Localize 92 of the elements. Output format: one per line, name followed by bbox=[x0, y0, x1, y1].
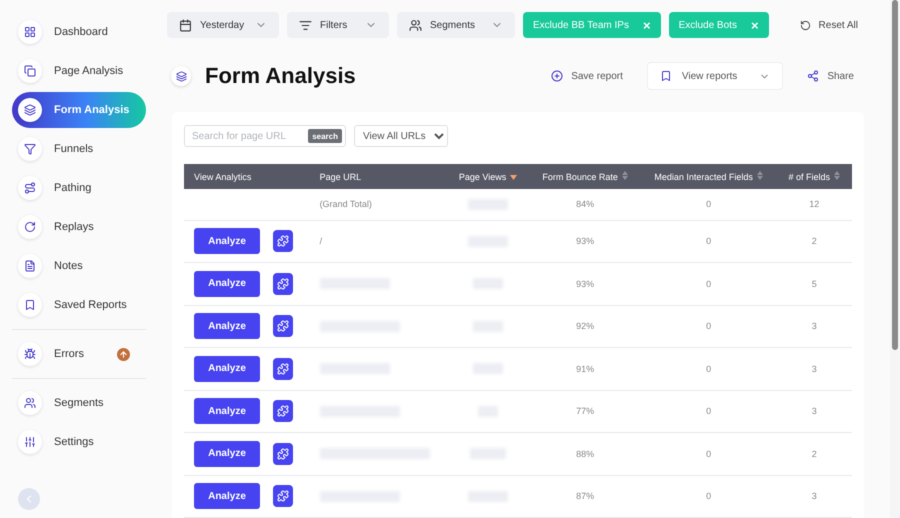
chip-label: Exclude Bots bbox=[678, 20, 737, 30]
dropdown-button[interactable]: Yesterday bbox=[167, 12, 279, 38]
table-cell: 2 bbox=[776, 432, 852, 475]
column-header: View Analytics bbox=[184, 164, 310, 189]
sidebar-item[interactable]: Pathing bbox=[12, 170, 146, 206]
url-select[interactable]: View All URLs bbox=[354, 125, 448, 147]
table-cell: 88% bbox=[529, 432, 641, 475]
search-field[interactable]: Search for page URL search bbox=[184, 125, 346, 147]
table-cell: 12 bbox=[776, 189, 852, 220]
table-cell: 0 bbox=[640, 475, 776, 518]
upgrade-icon bbox=[117, 348, 130, 360]
table-cell: 2 bbox=[776, 220, 852, 262]
table-cell: 0 bbox=[640, 262, 776, 305]
column-header: Page URL bbox=[310, 164, 447, 189]
replay-icon bbox=[18, 215, 42, 239]
analyze-button[interactable]: Analyze bbox=[194, 228, 260, 254]
table-cell: 93% bbox=[529, 220, 641, 262]
share-button[interactable]: Share bbox=[807, 70, 854, 82]
table-cell: 0 bbox=[640, 432, 776, 475]
puzzle-icon[interactable] bbox=[273, 400, 293, 422]
bookmark-icon bbox=[18, 293, 42, 317]
table-cell: 92% bbox=[529, 305, 641, 348]
sidebar-item[interactable]: Page Analysis bbox=[12, 53, 146, 89]
analyze-button[interactable]: Analyze bbox=[194, 483, 260, 510]
plus-circle-icon bbox=[551, 70, 564, 82]
layers-icon bbox=[18, 98, 42, 122]
sidebar-item[interactable]: Form Analysis bbox=[12, 92, 146, 128]
users-icon bbox=[409, 18, 422, 32]
table-cell: 3 bbox=[776, 475, 852, 518]
analyze-button[interactable]: Analyze bbox=[194, 440, 260, 467]
table-cell: 91% bbox=[529, 348, 641, 390]
funnel-icon bbox=[18, 137, 42, 161]
chip-label: Exclude BB Team IPs bbox=[533, 20, 629, 30]
dropdown-button[interactable]: Segments bbox=[397, 12, 515, 38]
dropdown-button[interactable]: Filters bbox=[287, 12, 389, 38]
table-cell: 93% bbox=[529, 262, 641, 305]
table-cell: 77% bbox=[529, 390, 641, 432]
sort-descending-icon[interactable] bbox=[510, 174, 518, 180]
sidebar-item[interactable]: Errors bbox=[12, 336, 146, 372]
sidebar-item[interactable]: Settings bbox=[12, 424, 146, 460]
table-cell: 0 bbox=[640, 189, 776, 220]
puzzle-icon[interactable] bbox=[273, 230, 293, 252]
table-cell: 3 bbox=[776, 390, 852, 432]
table-cell: 3 bbox=[776, 348, 852, 390]
sidebar-item[interactable]: Funnels bbox=[12, 131, 146, 167]
sidebar-item[interactable]: Replays bbox=[12, 209, 146, 245]
bookmark-icon bbox=[660, 70, 672, 82]
table-cell: 3 bbox=[776, 305, 852, 348]
sidebar-item[interactable]: Dashboard bbox=[12, 14, 146, 50]
filter-icon bbox=[299, 18, 312, 32]
pages-icon bbox=[18, 59, 42, 83]
puzzle-icon[interactable] bbox=[273, 315, 293, 338]
layers-icon bbox=[171, 66, 191, 86]
puzzle-icon[interactable] bbox=[273, 442, 293, 465]
reset-button[interactable]: Reset All bbox=[794, 18, 864, 32]
table-cell: / bbox=[320, 236, 322, 246]
view-reports-button[interactable]: View reports bbox=[646, 62, 784, 90]
table-cell: 0 bbox=[640, 220, 776, 262]
puzzle-icon[interactable] bbox=[273, 485, 293, 508]
column-header[interactable]: Form Bounce Rate bbox=[529, 164, 641, 189]
puzzle-icon[interactable] bbox=[273, 272, 293, 295]
sliders-icon bbox=[18, 430, 42, 454]
scrollbar-thumb[interactable] bbox=[892, 0, 898, 350]
puzzle-icon[interactable] bbox=[273, 358, 293, 380]
sidebar-item[interactable]: Notes bbox=[12, 248, 146, 284]
column-header[interactable]: Median Interacted Fields bbox=[640, 164, 776, 189]
table-cell: 5 bbox=[776, 262, 852, 305]
table-cell: (Grand Total) bbox=[310, 189, 447, 220]
calendar-icon bbox=[179, 18, 192, 32]
users-icon bbox=[18, 391, 42, 415]
analyze-button[interactable]: Analyze bbox=[194, 398, 260, 424]
sidebar-item[interactable]: Segments bbox=[12, 385, 146, 421]
sidebar-item[interactable]: Saved Reports bbox=[12, 287, 146, 323]
table-cell: 84% bbox=[529, 189, 641, 220]
page-title: Form Analysis bbox=[205, 63, 356, 89]
column-header[interactable]: Page Views bbox=[446, 164, 530, 189]
document-icon bbox=[18, 254, 42, 278]
share-icon bbox=[807, 70, 820, 82]
bug-icon bbox=[18, 342, 42, 366]
table-cell: 0 bbox=[640, 305, 776, 348]
grid-icon bbox=[18, 20, 42, 44]
column-header[interactable]: # of Fields bbox=[776, 164, 852, 189]
analyze-button[interactable]: Analyze bbox=[194, 313, 260, 340]
save-report-button[interactable]: Save report bbox=[551, 70, 623, 82]
path-icon bbox=[18, 176, 42, 200]
analyze-button[interactable]: Analyze bbox=[194, 270, 260, 297]
search-button[interactable]: search bbox=[308, 129, 342, 143]
table-cell: 0 bbox=[640, 348, 776, 390]
table-cell: 0 bbox=[640, 390, 776, 432]
reset-icon bbox=[800, 20, 811, 30]
analyze-button[interactable]: Analyze bbox=[194, 356, 260, 382]
table-cell: 87% bbox=[529, 475, 641, 518]
